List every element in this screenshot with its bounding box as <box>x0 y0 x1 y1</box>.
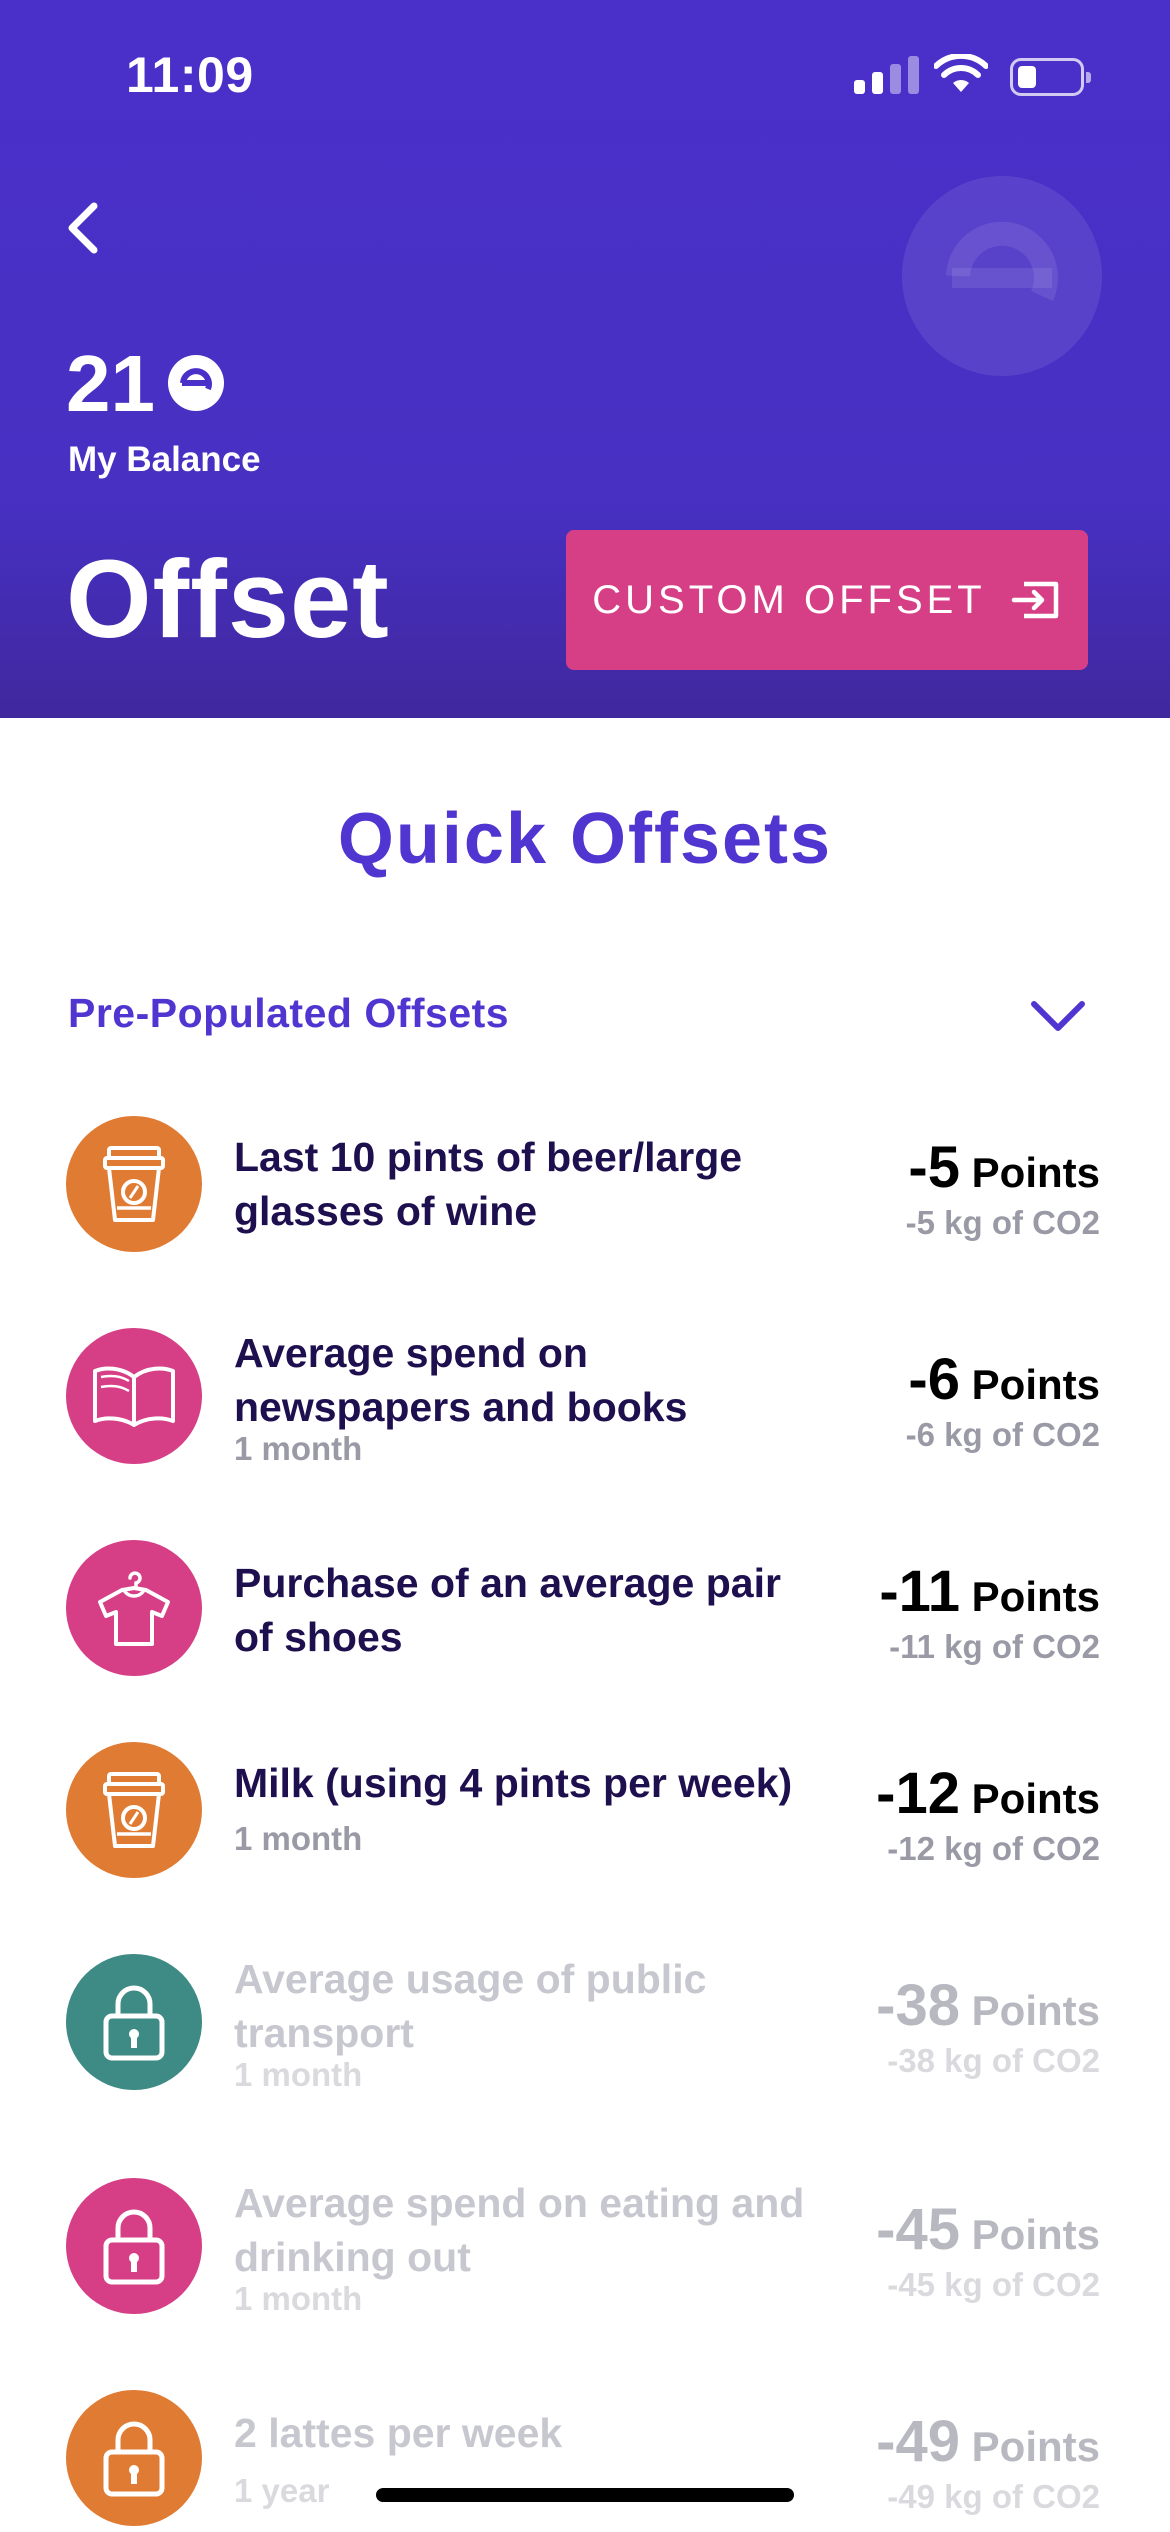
row-icon-circle <box>66 1540 202 1676</box>
row-icon-circle <box>66 1116 202 1252</box>
row-icon-circle <box>66 1742 202 1878</box>
offset-title: Last 10 pints of beer/large glasses of w… <box>234 1134 743 1234</box>
offset-points: -49 Points <box>876 2409 1100 2474</box>
offset-points: -12 Points <box>876 1761 1100 1826</box>
offset-title: Average spend on eating and drinking out <box>234 2180 805 2280</box>
home-indicator <box>376 2488 794 2502</box>
lock-icon <box>103 2209 165 2285</box>
battery-icon <box>1010 58 1091 96</box>
offset-co2: -38 kg of CO2 <box>887 2042 1100 2079</box>
offset-row-eating-out[interactable]: Average spend on eating and drinking out… <box>0 2178 1170 2318</box>
back-chevron-icon[interactable] <box>64 200 104 256</box>
section-title: Quick Offsets <box>337 799 833 879</box>
offset-row-newspapers-books[interactable]: Average spend on newspapers and books 1 … <box>0 1328 1170 1468</box>
offset-title: Milk (using 4 pints per week) <box>234 1760 793 1806</box>
enter-arrow-icon <box>1011 581 1058 619</box>
offset-row-milk[interactable]: Milk (using 4 pints per week) 1 month -1… <box>0 1742 1170 1882</box>
offset-co2: -49 kg of CO2 <box>887 2478 1100 2515</box>
balance-value: 21 <box>66 339 155 428</box>
offset-co2: -11 kg of CO2 <box>889 1628 1100 1665</box>
row-icon-circle <box>66 1328 202 1464</box>
offset-points: -45 Points <box>876 2197 1100 2262</box>
offset-title: 2 lattes per week <box>234 2410 563 2456</box>
status-time: 11:09 <box>126 47 254 103</box>
offset-duration: 1 month <box>234 1820 363 1857</box>
points-coin-icon <box>168 355 224 411</box>
offset-title: Purchase of an average pair of shoes <box>234 1560 781 1660</box>
page-title: Offset <box>66 538 390 661</box>
lock-icon <box>103 2421 165 2497</box>
custom-offset-label: CUSTOM OFFSET <box>592 577 986 622</box>
row-icon-circle <box>66 2390 202 2526</box>
row-icon-circle <box>66 1954 202 2090</box>
offset-co2: -6 kg of CO2 <box>905 1416 1100 1453</box>
coffee-cup-icon <box>103 1772 165 1848</box>
balance-label: My Balance <box>68 440 261 479</box>
offset-points: -5 Points <box>908 1135 1100 1200</box>
offset-title: Average usage of public transport <box>234 1956 707 2056</box>
wifi-icon <box>934 54 988 92</box>
offset-points: -11 Points <box>879 1559 1100 1624</box>
book-icon <box>93 1366 175 1427</box>
cellular-signal-icon <box>854 56 919 94</box>
offset-row-beer-wine[interactable]: Last 10 pints of beer/large glasses of w… <box>0 1116 1170 1256</box>
offset-duration: 1 month <box>234 1430 363 1467</box>
coffee-cup-icon <box>103 1146 165 1222</box>
offset-co2: -5 kg of CO2 <box>905 1204 1100 1241</box>
offset-duration: 1 month <box>234 2280 363 2317</box>
offset-co2: -12 kg of CO2 <box>887 1830 1100 1867</box>
pre-populated-offsets-header[interactable]: Pre-Populated Offsets <box>68 990 509 1037</box>
offset-row-public-transport[interactable]: Average usage of public transport 1 mont… <box>0 1954 1170 2094</box>
logo-watermark-icon <box>902 176 1102 376</box>
offset-duration: 1 month <box>234 2056 363 2093</box>
offset-points: -6 Points <box>908 1347 1100 1412</box>
offset-title: Average spend on newspapers and books <box>234 1330 688 1430</box>
offset-row-shoes[interactable]: Purchase of an average pair of shoes -11… <box>0 1540 1170 1680</box>
offset-co2: -45 kg of CO2 <box>887 2266 1100 2303</box>
lock-icon <box>103 1985 165 2061</box>
shirt-hanger-icon <box>98 1571 170 1646</box>
custom-offset-button[interactable]: CUSTOM OFFSET <box>566 530 1088 670</box>
offset-row-lattes[interactable]: 2 lattes per week 1 year -49 Points -49 … <box>0 2390 1170 2530</box>
offset-points: -38 Points <box>876 1973 1100 2038</box>
row-icon-circle <box>66 2178 202 2314</box>
header: 11:09 21 My Balance Offset CUSTOM OFFSET <box>0 0 1170 718</box>
chevron-down-icon[interactable] <box>1028 996 1088 1036</box>
offset-duration: 1 year <box>234 2472 330 2509</box>
